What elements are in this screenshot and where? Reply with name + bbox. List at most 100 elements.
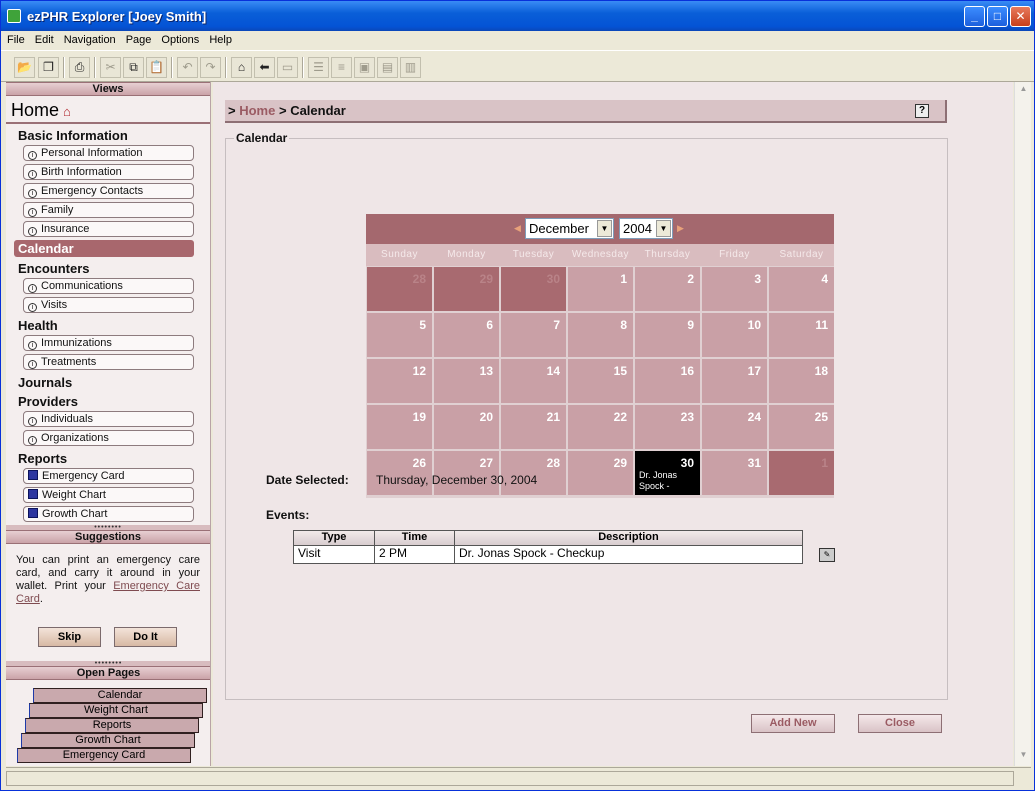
nav-emergency-card[interactable]: Emergency Card (23, 468, 194, 484)
calendar-day-cell[interactable]: 11 (769, 313, 834, 357)
section-reports[interactable]: Reports (6, 449, 210, 468)
year-select[interactable]: 2004 ▼ (619, 218, 673, 239)
calendar-day-cell[interactable]: 5 (367, 313, 432, 357)
table-row[interactable]: Visit 2 PM Dr. Jonas Spock - Checkup (294, 546, 802, 563)
calendar-day-cell[interactable]: 17 (702, 359, 767, 403)
calendar-day-cell[interactable]: 31 (702, 451, 767, 495)
column-description[interactable]: Description (455, 531, 802, 545)
section-journals[interactable]: Journals (6, 373, 210, 392)
close-button[interactable]: Close (858, 714, 942, 733)
do-it-button[interactable]: Do It (114, 627, 177, 647)
section-encounters[interactable]: Encounters (6, 259, 210, 278)
back-icon[interactable]: ⬅ (254, 57, 275, 78)
breadcrumb-home-link[interactable]: Home (239, 103, 275, 118)
nav-individuals[interactable]: i Individuals (23, 411, 194, 427)
month-select[interactable]: December ▼ (525, 218, 614, 239)
open-page-reports[interactable]: Reports (25, 718, 199, 733)
open-icon[interactable]: 📂 (14, 57, 35, 78)
open-page-calendar[interactable]: Calendar (33, 688, 207, 703)
calendar-day-cell[interactable]: 25 (769, 405, 834, 449)
calendar-day-cell[interactable]: 8 (568, 313, 633, 357)
prev-month-icon[interactable]: ◀ (514, 223, 521, 234)
print-icon[interactable]: ⎙ (69, 57, 90, 78)
home-icon[interactable]: ⌂ (231, 57, 252, 78)
open-page-growth-chart[interactable]: Growth Chart (21, 733, 195, 748)
nav-communications[interactable]: i Communications (23, 278, 194, 294)
calendar-day-cell[interactable]: 4 (769, 267, 834, 311)
nav-organizations[interactable]: i Organizations (23, 430, 194, 446)
nav-visits[interactable]: i Visits (23, 297, 194, 313)
paste-icon[interactable]: 📋 (146, 57, 167, 78)
nav-growth-chart[interactable]: Growth Chart (23, 506, 194, 522)
calendar-day-cell[interactable]: 29 (434, 267, 499, 311)
edit-event-icon[interactable]: ✎ (819, 548, 835, 562)
menu-file[interactable]: File (3, 31, 29, 46)
calendar-day-cell[interactable]: 28 (367, 267, 432, 311)
form-icon[interactable]: ☰ (308, 57, 329, 78)
section-basic-information[interactable]: Basic Information (6, 126, 210, 145)
calendar-day-cell[interactable]: 29 (568, 451, 633, 495)
copy-icon[interactable]: ⧉ (123, 57, 144, 78)
scroll-down-icon[interactable]: ▼ (1017, 750, 1030, 763)
calendar-day-cell[interactable]: 20 (434, 405, 499, 449)
list-icon[interactable]: ≡ (331, 57, 352, 78)
calendar-day-cell[interactable]: 30 (501, 267, 566, 311)
maximize-button[interactable]: □ (987, 6, 1008, 27)
minimize-button[interactable]: _ (964, 6, 985, 27)
help-icon[interactable]: ? (915, 104, 929, 118)
folder-icon[interactable]: ▭ (277, 57, 298, 78)
calendar-day-cell[interactable]: 16 (635, 359, 700, 403)
cut-icon[interactable]: ✂ (100, 57, 121, 78)
title-bar[interactable]: ezPHR Explorer [Joey Smith] _ □ ✕ (1, 1, 1034, 31)
menu-page[interactable]: Page (122, 31, 156, 46)
calendar-day-cell[interactable]: 13 (434, 359, 499, 403)
menu-options[interactable]: Options (157, 31, 203, 46)
save-as-icon[interactable]: ▤ (377, 57, 398, 78)
calendar-day-cell[interactable]: 23 (635, 405, 700, 449)
open-page-weight-chart[interactable]: Weight Chart (29, 703, 203, 718)
nav-insurance[interactable]: i Insurance (23, 221, 194, 237)
calendar-day-cell[interactable]: 22 (568, 405, 633, 449)
calendar-day-cell[interactable]: 9 (635, 313, 700, 357)
calendar-day-cell[interactable]: 15 (568, 359, 633, 403)
calendar-day-cell[interactable]: 24 (702, 405, 767, 449)
calendar-day-cell[interactable]: 18 (769, 359, 834, 403)
calendar-day-cell[interactable]: 3 (702, 267, 767, 311)
nav-family[interactable]: i Family (23, 202, 194, 218)
next-month-icon[interactable]: ▶ (677, 223, 684, 234)
vertical-scrollbar[interactable]: ▲ ▼ (1014, 82, 1031, 766)
nav-birth-information[interactable]: i Birth Information (23, 164, 194, 180)
section-providers[interactable]: Providers (6, 392, 210, 411)
calendar-day-cell[interactable]: 19 (367, 405, 432, 449)
nav-weight-chart[interactable]: Weight Chart (23, 487, 194, 503)
calendar-day-cell[interactable]: 21 (501, 405, 566, 449)
nav-emergency-contacts[interactable]: i Emergency Contacts (23, 183, 194, 199)
calendar-day-cell[interactable]: 7 (501, 313, 566, 357)
skip-button[interactable]: Skip (38, 627, 101, 647)
scroll-up-icon[interactable]: ▲ (1017, 84, 1030, 97)
calendar-day-cell[interactable]: 1 (769, 451, 834, 495)
save-icon[interactable]: ▣ (354, 57, 375, 78)
calendar-day-cell[interactable]: 12 (367, 359, 432, 403)
undo-icon[interactable]: ↶ (177, 57, 198, 78)
open-page-emergency-card[interactable]: Emergency Card (17, 748, 191, 763)
calendar-day-cell[interactable]: 14 (501, 359, 566, 403)
windows-icon[interactable]: ❐ (38, 57, 59, 78)
column-time[interactable]: Time (375, 531, 455, 545)
close-window-button[interactable]: ✕ (1010, 6, 1031, 27)
nav-treatments[interactable]: i Treatments (23, 354, 194, 370)
calendar-day-cell[interactable]: 2 (635, 267, 700, 311)
home-link[interactable]: Home ⌂ (6, 96, 210, 124)
export-icon[interactable]: ▥ (400, 57, 421, 78)
section-calendar[interactable]: Calendar (14, 240, 194, 257)
menu-edit[interactable]: Edit (31, 31, 58, 46)
calendar-day-cell[interactable]: 30 Dr. Jonas Spock - (635, 451, 700, 495)
section-health[interactable]: Health (6, 316, 210, 335)
menu-help[interactable]: Help (205, 31, 236, 46)
nav-personal-information[interactable]: i Personal Information (23, 145, 194, 161)
add-new-button[interactable]: Add New (751, 714, 835, 733)
redo-icon[interactable]: ↷ (200, 57, 221, 78)
day-event-text[interactable]: Dr. Jonas Spock - (639, 470, 699, 492)
calendar-day-cell[interactable]: 10 (702, 313, 767, 357)
nav-immunizations[interactable]: i Immunizations (23, 335, 194, 351)
